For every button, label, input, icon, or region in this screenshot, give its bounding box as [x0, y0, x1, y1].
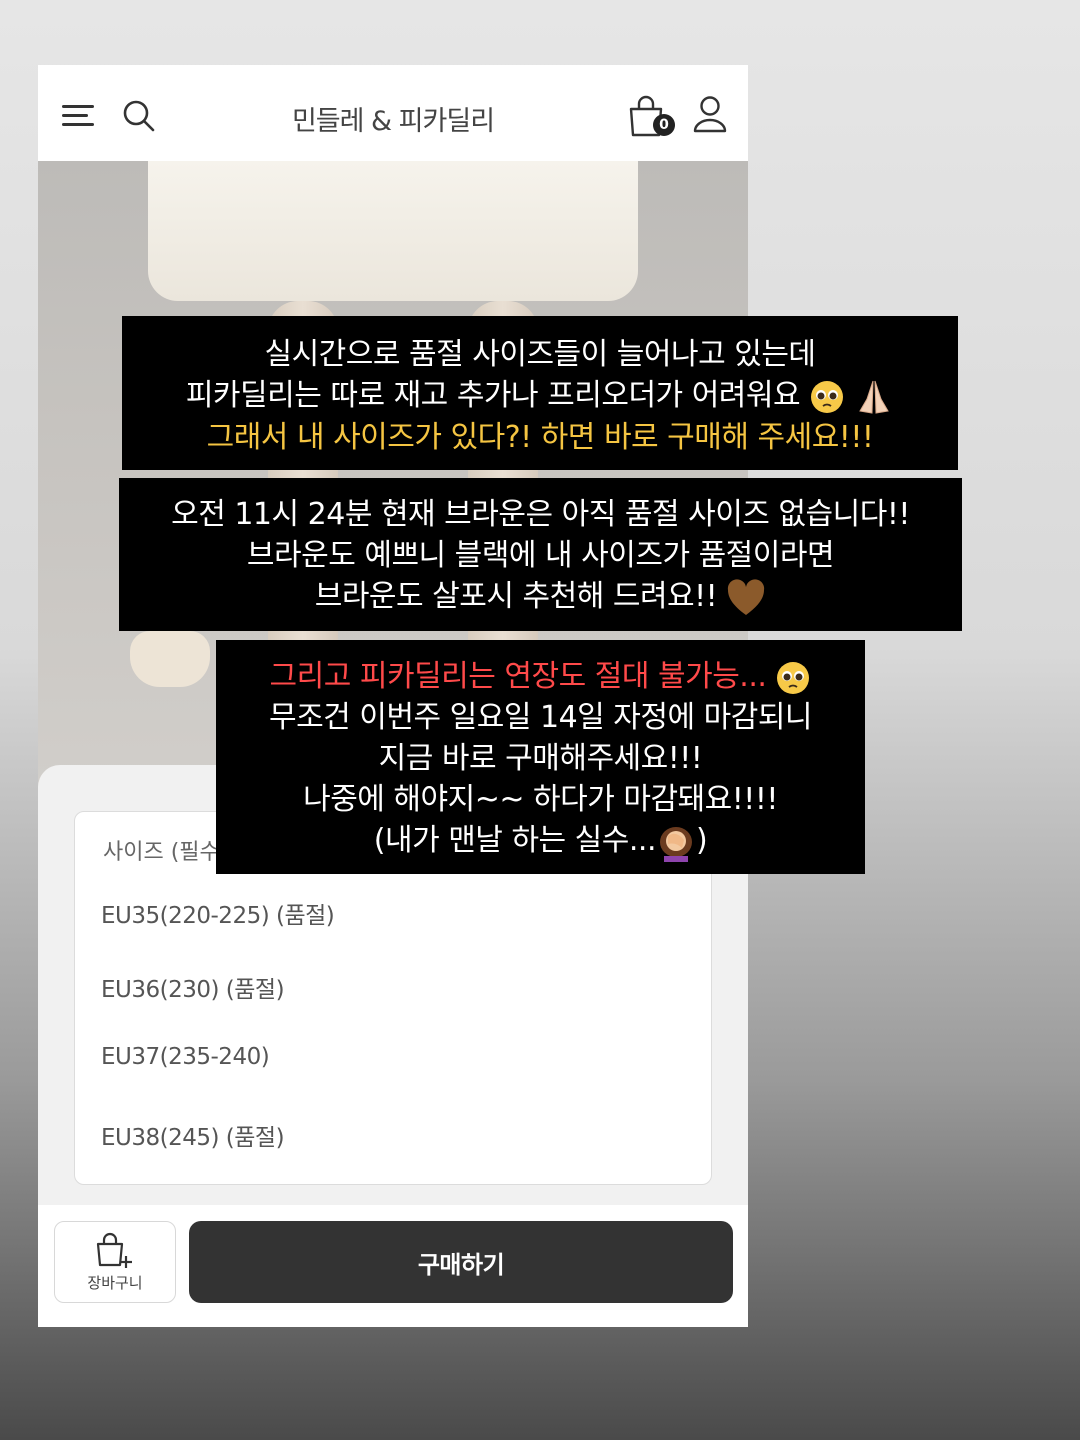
top-nav-bar: 민들레 & 피카딜리 0	[38, 65, 748, 161]
caption-line: 지금 바로 구매해주세요!!!	[378, 741, 703, 776]
caption-line-with-emoji: 피카딜리는 따로 재고 추가나 프리오더가 어려워요	[122, 375, 958, 417]
caption-line-text: (내가 맨날 하는 실수...	[373, 823, 657, 858]
pleading-face-emoji	[811, 380, 844, 413]
size-option[interactable]: EU38(245) (품절)	[101, 1118, 285, 1152]
caption-line: 무조건 이번주 일요일 14일 자정에 마감되니	[268, 700, 813, 735]
brown-heart-emoji	[728, 578, 765, 615]
size-option[interactable]: EU36(230) (품절)	[101, 970, 285, 1004]
caption-line-text: 피카딜리는 따로 재고 추가나 프리오더가 어려워요	[185, 378, 801, 413]
praying-hands-emoji	[859, 380, 889, 414]
facepalm-emoji	[660, 826, 692, 862]
caption-line-highlight: 그리고 피카딜리는 연장도 절대 불가능...	[269, 659, 767, 694]
buy-now-button[interactable]: 구매하기	[189, 1221, 733, 1303]
cart-count-badge: 0	[653, 114, 675, 136]
skirt-shape	[148, 161, 638, 301]
caption-line: 나중에 해야지~~ 하다가 마감돼요!!!!	[303, 782, 778, 817]
add-to-cart-button[interactable]: 장바구니	[54, 1221, 176, 1303]
caption-box-stock-notice: 실시간으로 품절 사이즈들이 늘어나고 있는데 피카딜리는 따로 재고 추가나 …	[122, 316, 958, 470]
caption-line: 오전 11시 24분 현재 브라운은 아직 품절 사이즈 없습니다!!	[171, 497, 910, 532]
caption-box-brown-notice: 오전 11시 24분 현재 브라운은 아직 품절 사이즈 없습니다!! 브라운도…	[119, 478, 962, 631]
pleading-face-emoji	[777, 661, 810, 694]
size-option[interactable]: EU37(235-240)	[101, 1044, 270, 1070]
sandal-shape	[130, 631, 210, 687]
size-option[interactable]: EU35(220-225) (품절)	[101, 896, 335, 930]
size-select-label: 사이즈 (필수	[103, 840, 220, 865]
caption-line-with-emoji: 그리고 피카딜리는 연장도 절대 불가능...	[216, 656, 865, 697]
caption-line: 실시간으로 품절 사이즈들이 늘어나고 있는데	[264, 337, 816, 372]
caption-line-with-emoji: (내가 맨날 하는 실수... )	[216, 820, 865, 862]
cart-button-label: 장바구니	[87, 1274, 143, 1292]
cart-plus-icon	[96, 1232, 132, 1268]
caption-line-text: 브라운도 살포시 추천해 드려요!!	[314, 579, 718, 614]
caption-line-text: )	[696, 823, 708, 858]
user-icon[interactable]	[692, 95, 728, 135]
caption-box-deadline-notice: 그리고 피카딜리는 연장도 절대 불가능... 무조건 이번주 일요일 14일 …	[216, 640, 865, 874]
caption-line-with-emoji: 브라운도 살포시 추천해 드려요!!	[119, 576, 962, 617]
caption-line: 브라운도 예쁘니 블랙에 내 사이즈가 품절이라면	[246, 538, 835, 573]
caption-line-highlight: 그래서 내 사이즈가 있다?! 하면 바로 구매해 주세요!!!	[206, 419, 874, 455]
bottom-action-bar: 장바구니 구매하기	[38, 1205, 748, 1327]
